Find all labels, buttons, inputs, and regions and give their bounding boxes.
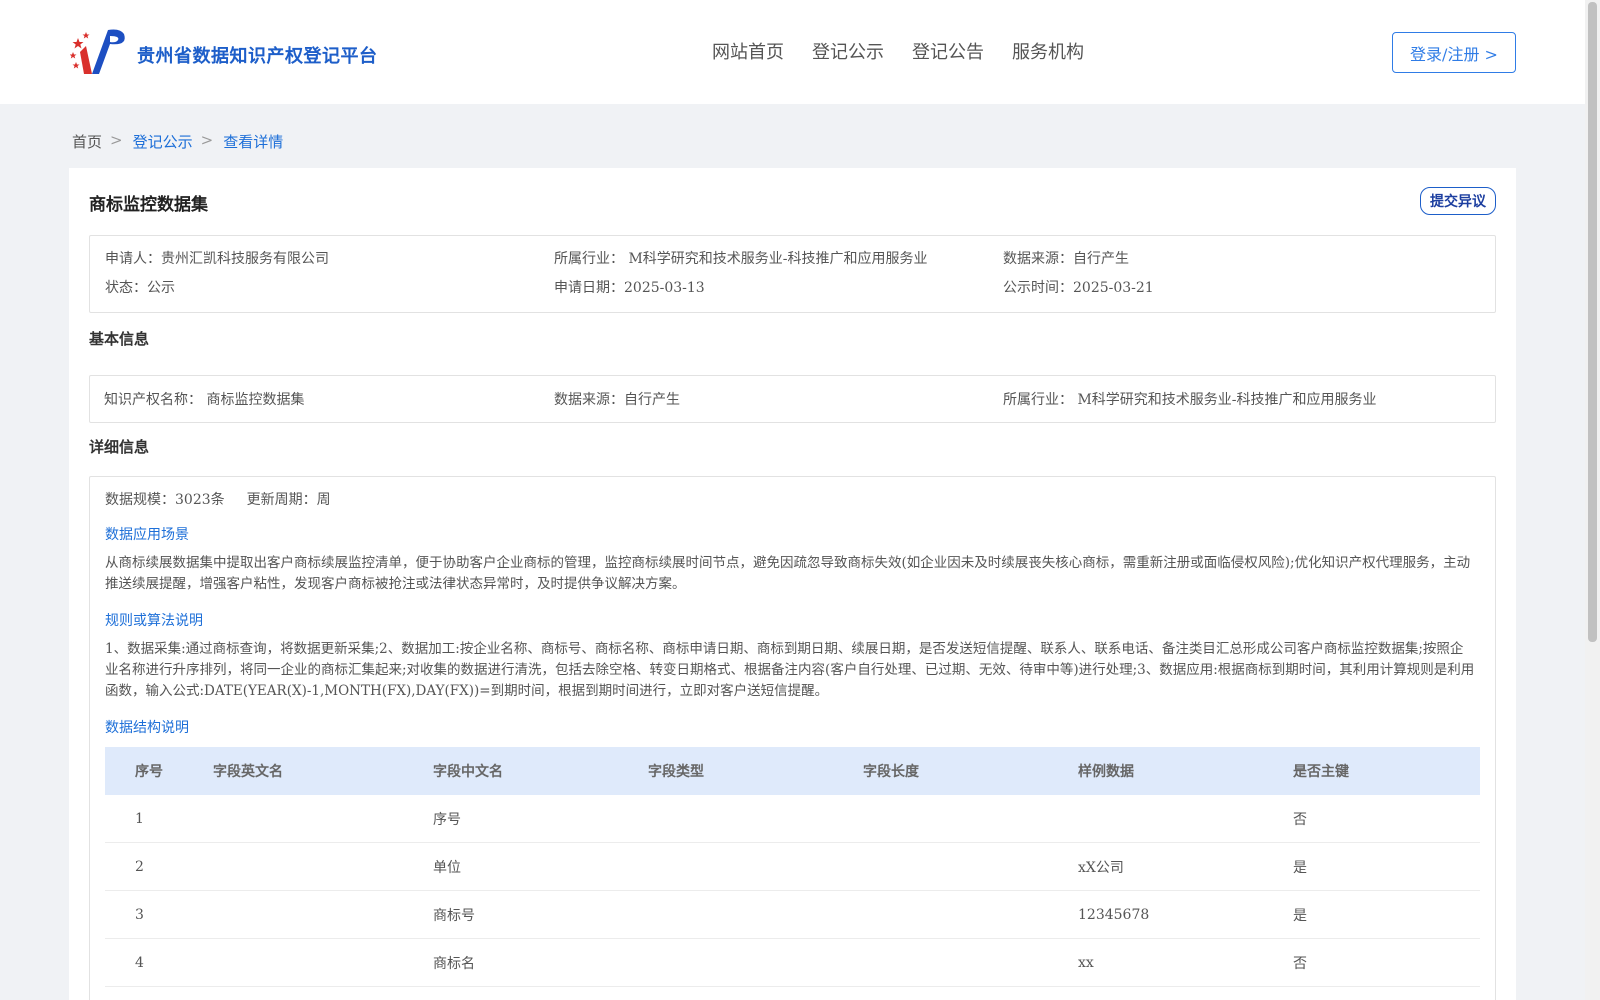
applicant-label: 申请人：	[105, 251, 161, 267]
col-header-primary-key: 是否主键	[1293, 764, 1349, 780]
cell-primary-key: 否	[1293, 811, 1307, 828]
page-scrollbar[interactable]	[1585, 0, 1600, 1000]
scenario-heading: 数据应用场景	[105, 527, 189, 543]
cell-index: 2	[135, 858, 144, 875]
rule-heading: 规则或算法说明	[105, 613, 203, 629]
cell-index: 1	[135, 810, 144, 827]
publish-time-field: 公示时间：2025-03-21	[1003, 277, 1154, 297]
platform-name[interactable]: 贵州省数据知识产权登记平台	[137, 42, 378, 68]
col-header-sample: 样例数据	[1078, 764, 1134, 780]
breadcrumb-view-detail[interactable]: 查看详情	[223, 131, 283, 152]
publish-time-value: 2025-03-21	[1073, 280, 1154, 296]
cell-sample: xX公司	[1078, 859, 1124, 876]
nav-home[interactable]: 网站首页	[712, 38, 784, 64]
cell-primary-key: 否	[1293, 955, 1307, 972]
table-row: 2 单位 xX公司 是	[105, 843, 1480, 891]
industry-field: 所属行业： M科学研究和技术服务业-科技推广和应用服务业	[554, 248, 928, 268]
detail-info-box: 数据规模：3023条 更新周期：周 数据应用场景 从商标续展数据集中提取出客户商…	[89, 476, 1496, 1000]
scrollbar-thumb[interactable]	[1588, 2, 1597, 642]
table-row: 1 序号 否	[105, 795, 1480, 843]
industry-value: M科学研究和技术服务业-科技推广和应用服务业	[628, 251, 928, 267]
cell-field-cn: 商标号	[433, 907, 475, 924]
scenario-text: 从商标续展数据集中提取出客户商标续展监控清单，便于协助客户企业商标的管理，监控商…	[105, 555, 1471, 592]
basic-info-box: 知识产权名称： 商标监控数据集 数据来源：自行产生 所属行业： M科学研究和技术…	[89, 375, 1496, 423]
source-field: 数据来源：自行产生	[1003, 248, 1129, 268]
table-row: 3 商标号 12345678 是	[105, 891, 1480, 939]
applicant-value: 贵州汇凯科技服务有限公司	[161, 251, 329, 267]
status-field: 状态：公示	[105, 277, 175, 297]
basic-source-field: 数据来源：自行产生	[554, 389, 680, 409]
data-scale-label: 数据规模：	[105, 492, 175, 508]
detail-info-heading: 详细信息	[89, 438, 150, 456]
data-scale-field: 数据规模：3023条	[105, 489, 225, 509]
ip-name-label: 知识产权名称：	[104, 392, 202, 408]
breadcrumb-home[interactable]: 首页	[72, 131, 102, 152]
col-header-field-en: 字段英文名	[213, 764, 283, 780]
basic-industry-label: 所属行业：	[1003, 392, 1073, 408]
source-value: 自行产生	[1073, 251, 1129, 267]
rule-text: 1、数据采集:通过商标查询，将数据更新采集;2、数据加工:按企业名称、商标号、商…	[105, 641, 1475, 699]
cell-sample: xx	[1078, 954, 1094, 971]
col-header-index: 序号	[135, 764, 163, 780]
basic-source-label: 数据来源：	[554, 392, 624, 408]
col-header-field-length: 字段长度	[863, 764, 919, 780]
update-cycle-value: 周	[316, 492, 331, 508]
basic-info-heading: 基本信息	[89, 330, 150, 348]
main-nav: 网站首页 登记公示 登记公告 服务机构	[712, 38, 1084, 64]
structure-heading: 数据结构说明	[105, 720, 189, 736]
nav-service-agencies[interactable]: 服务机构	[1012, 38, 1084, 64]
update-cycle-field: 更新周期：周	[247, 489, 331, 509]
nav-registration-announcement[interactable]: 登记公告	[912, 38, 984, 64]
apply-date-label: 申请日期：	[554, 280, 624, 296]
nav-registration-notice[interactable]: 登记公示	[812, 38, 884, 64]
breadcrumb-separator: >	[110, 131, 123, 149]
site-header: 贵州省数据知识产权登记平台 网站首页 登记公示 登记公告 服务机构 登录/注册 …	[0, 0, 1585, 104]
source-label: 数据来源：	[1003, 251, 1073, 267]
cell-primary-key: 是	[1293, 907, 1307, 924]
status-label: 状态：	[105, 280, 147, 296]
dataset-title: 商标监控数据集	[89, 195, 208, 215]
summary-box: 申请人：贵州汇凯科技服务有限公司 所属行业： M科学研究和技术服务业-科技推广和…	[89, 235, 1496, 313]
cell-primary-key: 是	[1293, 859, 1307, 876]
table-header-row: 序号 字段英文名 字段中文名 字段类型 字段长度 样例数据 是否主键	[105, 747, 1480, 795]
cell-index: 4	[135, 954, 144, 971]
ip-name-value: 商标监控数据集	[206, 392, 305, 408]
col-header-field-type: 字段类型	[648, 764, 704, 780]
data-scale-value: 3023条	[175, 492, 225, 508]
cell-index: 3	[135, 906, 144, 923]
data-structure-table: 序号 字段英文名 字段中文名 字段类型 字段长度 样例数据 是否主键 1 序号 …	[105, 747, 1480, 987]
apply-date-value: 2025-03-13	[624, 280, 705, 296]
detail-card: 商标监控数据集 提交异议 申请人：贵州汇凯科技服务有限公司 所属行业： M科学研…	[69, 168, 1516, 1000]
table-row: 4 商标名 xx 否	[105, 939, 1480, 987]
breadcrumb-separator: >	[200, 131, 214, 149]
basic-source-value: 自行产生	[624, 392, 680, 408]
apply-date-field: 申请日期：2025-03-13	[554, 277, 705, 297]
publish-time-label: 公示时间：	[1003, 280, 1073, 296]
breadcrumb-registration-notice[interactable]: 登记公示	[133, 131, 193, 152]
ip-name-field: 知识产权名称： 商标监控数据集	[104, 389, 304, 409]
status-value: 公示	[147, 280, 175, 296]
applicant-field: 申请人：贵州汇凯科技服务有限公司	[105, 248, 329, 268]
update-cycle-label: 更新周期：	[246, 492, 317, 508]
cell-field-cn: 单位	[433, 859, 461, 876]
col-header-field-cn: 字段中文名	[433, 764, 503, 780]
cell-sample: 12345678	[1078, 906, 1150, 923]
breadcrumb: 首页 > 登记公示 > 查看详情	[72, 131, 283, 152]
industry-label: 所属行业：	[554, 251, 624, 267]
platform-logo-icon	[70, 29, 125, 74]
cell-field-cn: 商标名	[433, 955, 475, 972]
login-register-button[interactable]: 登录/注册 >	[1392, 32, 1516, 73]
submit-objection-button[interactable]: 提交异议	[1420, 187, 1496, 215]
basic-industry-field: 所属行业： M科学研究和技术服务业-科技推广和应用服务业	[1003, 389, 1377, 409]
cell-field-cn: 序号	[433, 811, 461, 828]
data-meta-row: 数据规模：3023条 更新周期：周	[105, 489, 331, 509]
basic-industry-value: M科学研究和技术服务业-科技推广和应用服务业	[1077, 392, 1377, 408]
